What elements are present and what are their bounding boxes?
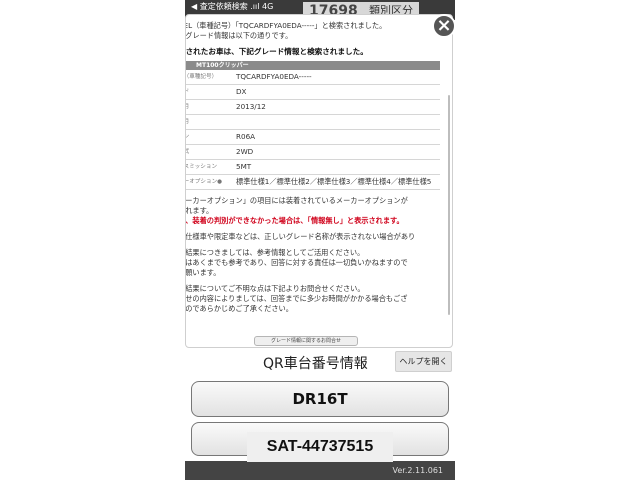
spec-key: ジン	[186, 129, 236, 145]
note-reference-3: 承願います。	[185, 268, 221, 277]
intro-line-1: DEL（車種記号）「TQCARDFYA0EDA-----」と検索されました。	[185, 21, 387, 30]
spec-key: ード	[186, 84, 236, 100]
spec-key: 発月	[186, 114, 236, 130]
spec-key: 方式	[186, 144, 236, 160]
model-code-button[interactable]: DR16T	[191, 381, 449, 417]
close-icon[interactable]: ×	[432, 14, 455, 38]
spec-row: ンスミッション5MT	[186, 159, 440, 175]
intro-line-2: るグレード情報は以下の通りです。	[185, 31, 293, 40]
spec-key: 発月	[186, 99, 236, 115]
help-button[interactable]: ヘルプを開く	[395, 351, 452, 372]
grade-info-modal: DEL（車種記号）「TQCARDFYA0EDA-----」と検索されました。 る…	[185, 14, 453, 348]
qr-section-title: QR車台番号情報	[263, 356, 368, 372]
spec-value: 2013/12	[236, 99, 440, 115]
spec-value: DX	[236, 84, 440, 100]
spec-value	[236, 114, 440, 130]
note-reference-2: 果はあくまでも参考であり、回答に対する責任は一切負いかねますので	[185, 258, 408, 267]
result-heading: 出されたお車は、下記グレード情報と検索されました。	[185, 47, 368, 56]
note-special: 別仕様車や限定車などは、正しいグレード名称が表示されない場合があり	[185, 232, 416, 241]
spec-row: ードDX	[186, 84, 440, 100]
footer-bar: Ver.2.11.061	[185, 461, 455, 480]
spec-table: 別（車種記号）TQCARDFYA0EDA-----ードDX発月2013/12発月…	[186, 70, 440, 190]
spec-value: 標準仕様1／標準仕様2／標準仕様3／標準仕様4／標準仕様5	[236, 174, 440, 190]
note-option-2: されます。	[185, 206, 214, 215]
spec-value: 5MT	[236, 159, 440, 175]
spec-row: 発月	[186, 114, 440, 130]
note-option-1: メーカーオプション」の項目には装着されているメーカーオプションが	[185, 196, 408, 205]
spec-key: カーオプション●	[186, 174, 236, 190]
app-screen: ◀ 査定依頼検索 .ııl 4G 17698 類別区分 DEL（車種記号）「TQ…	[185, 0, 455, 480]
spec-key: 別（車種記号）	[186, 70, 236, 85]
note-inquiry-2: 合せの内容によりましては、回答までに多少お時間がかかる場合もござ	[185, 294, 408, 303]
spec-row: 方式2WD	[186, 144, 440, 160]
modal-content: DEL（車種記号）「TQCARDFYA0EDA-----」と検索されました。 る…	[185, 21, 440, 314]
modal-scrollbar[interactable]	[448, 95, 450, 315]
grade-inquiry-button[interactable]: グレード情報に関するお問合せ	[254, 336, 358, 346]
spec-value: R06A	[236, 129, 440, 145]
spec-value: TQCARDFYA0EDA-----	[236, 70, 440, 85]
status-text[interactable]: ◀ 査定依頼検索 .ııl 4G	[191, 1, 273, 12]
spec-row: 別（車種記号）TQCARDFYA0EDA-----	[186, 70, 440, 85]
note-inquiry-1: 索結果についてご不明な点は下記よりお問合せください。	[185, 284, 365, 293]
spec-row: カーオプション●標準仕様1／標準仕様2／標準仕様3／標準仕様4／標準仕様5	[186, 174, 440, 190]
spec-table-header: MT100クリッパー	[186, 61, 440, 70]
note-reference-1: 索結果につきましては、参考情報としてご活用ください。	[185, 248, 365, 257]
id-overlay-label: SAT-44737515	[247, 432, 393, 462]
version-label: Ver.2.11.061	[392, 466, 444, 475]
spec-row: ジンR06A	[186, 129, 440, 145]
spec-row: 発月2013/12	[186, 99, 440, 115]
spec-value: 2WD	[236, 144, 440, 160]
note-warning: し、装着の判別ができなかった場合は、「情報無し」と表示されます。	[185, 216, 404, 225]
note-inquiry-3: すのであらかじめご了承ください。	[185, 304, 293, 313]
spec-key: ンスミッション	[186, 159, 236, 175]
